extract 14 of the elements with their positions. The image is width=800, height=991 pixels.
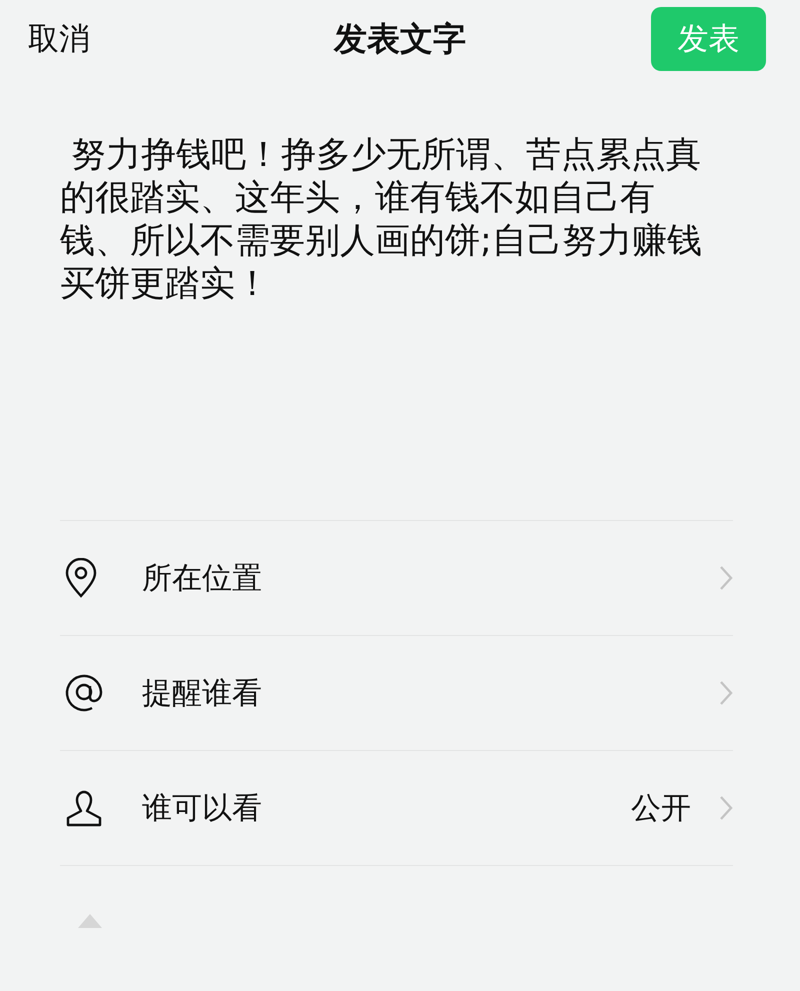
person-icon: [64, 788, 104, 828]
cancel-button[interactable]: 取消: [28, 18, 90, 60]
triangle-icon: [78, 914, 102, 928]
option-label[interactable]: 提醒谁看: [142, 672, 262, 714]
option-label[interactable]: 谁可以看: [142, 788, 262, 828]
page-title: 发表文字: [334, 18, 466, 58]
chevron-right-icon: [719, 680, 733, 706]
option-label[interactable]: 所在位置: [142, 558, 262, 598]
post-text[interactable]: 努力挣钱吧！挣多少无所谓、苦点累点真的很踏实、这年头，谁有钱不如自己有钱、所以不需要别人画的饼;自己努力赚钱买饼更踏实！: [60, 134, 712, 306]
chevron-right-icon: [719, 565, 733, 591]
location-pin-icon: [64, 558, 98, 598]
chevron-right-icon: [719, 795, 733, 821]
option-value: 公开: [631, 790, 691, 828]
at-sign-icon: [64, 673, 104, 713]
